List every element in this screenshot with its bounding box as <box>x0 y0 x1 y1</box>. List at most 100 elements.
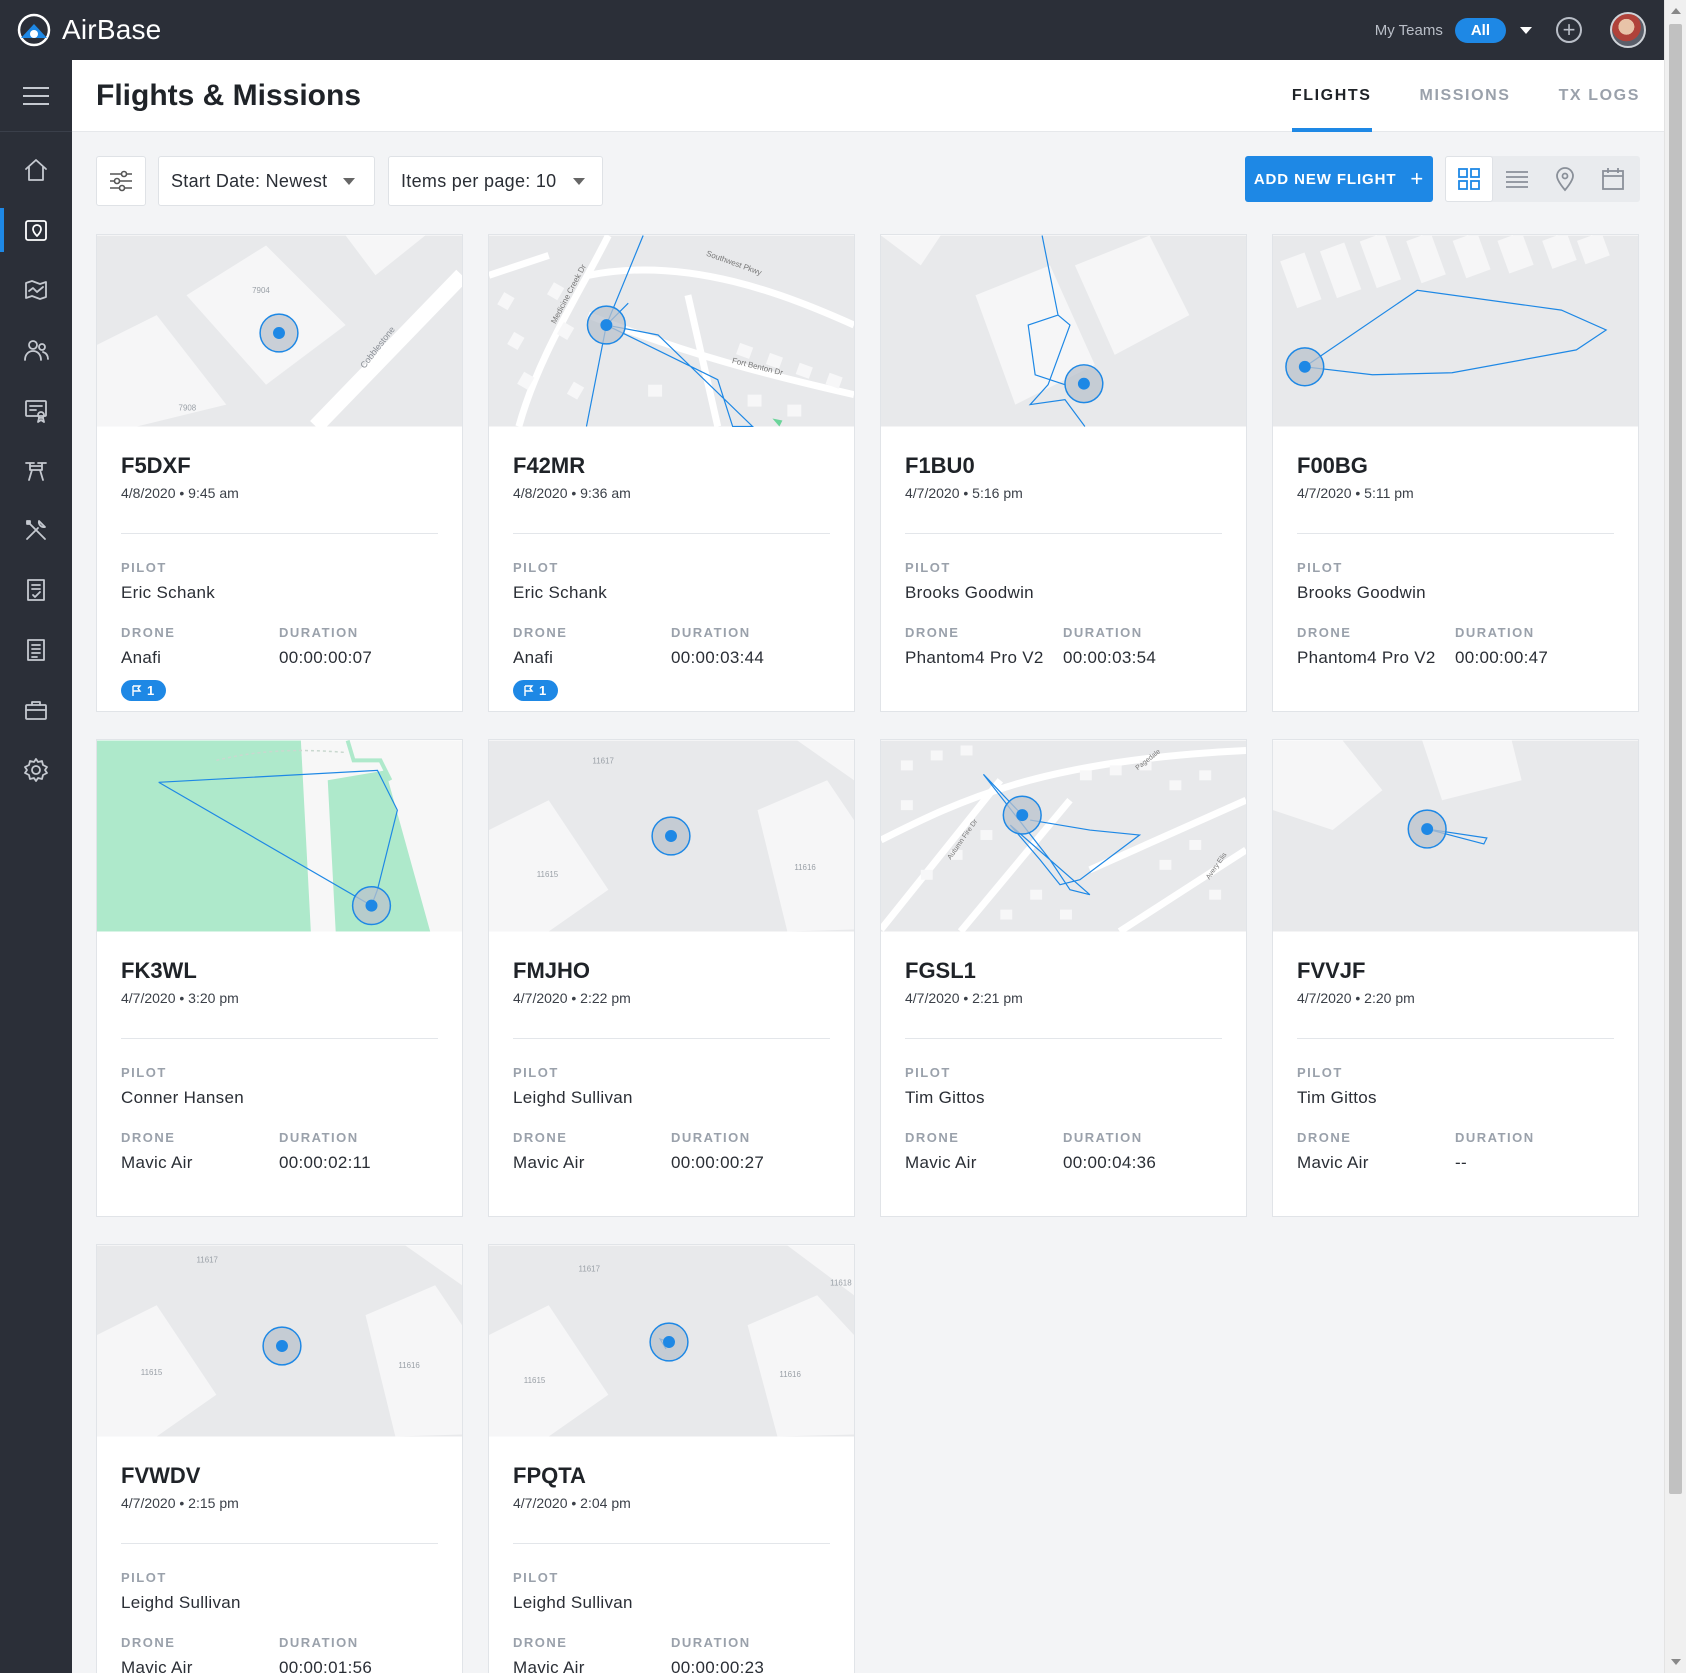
add-new-flight-button[interactable]: ADD NEW FLIGHT + <box>1245 156 1433 202</box>
flag-count-badge[interactable]: 1 <box>513 680 559 701</box>
flight-card[interactable]: Southwest Pkwy Fort Benton Dr Medicine C… <box>488 234 855 712</box>
duration-label: DURATION <box>671 1130 751 1145</box>
flight-id[interactable]: F00BG <box>1297 453 1614 479</box>
scroll-up-arrow-icon[interactable] <box>1671 8 1681 14</box>
divider <box>121 533 438 534</box>
brand[interactable]: AirBase <box>16 12 161 48</box>
calendar-view-button[interactable] <box>1589 156 1637 202</box>
sort-select[interactable]: Start Date: Newest <box>158 156 375 206</box>
flight-card[interactable]: 11617 11615 11616 11618 FPQTA 4/7/2020 •… <box>488 1244 855 1673</box>
filter-button[interactable] <box>96 156 146 206</box>
flight-date: 4/7/2020 • 2:20 pm <box>1297 990 1415 1006</box>
map-address-label: 11618 <box>830 1278 852 1287</box>
flight-duration: 00:00:00:07 <box>279 648 373 667</box>
sidebar-item-projects[interactable] <box>0 680 72 740</box>
flag-count: 1 <box>539 683 547 698</box>
flight-id[interactable]: F1BU0 <box>905 453 1222 479</box>
divider <box>513 1038 830 1039</box>
flight-id[interactable]: FVVJF <box>1297 958 1614 984</box>
flight-id[interactable]: F42MR <box>513 453 830 479</box>
drone-name: Phantom4 Pro V2 <box>1297 648 1436 667</box>
list-icon <box>1506 171 1528 188</box>
tab-flights[interactable]: FLIGHTS <box>1291 60 1372 132</box>
flight-map-thumbnail[interactable] <box>97 740 462 932</box>
toolbar: Start Date: Newest Items per page: 10 AD… <box>96 156 1640 206</box>
drone-label: DRONE <box>905 1130 960 1145</box>
pilot-name: Brooks Goodwin <box>905 583 1034 602</box>
map-address-label: 7908 <box>179 404 197 413</box>
tab-tx-logs[interactable]: TX LOGS <box>1559 60 1640 132</box>
flight-map-thumbnail[interactable] <box>1273 235 1638 427</box>
scrollbar-thumb[interactable] <box>1669 24 1682 1494</box>
vertical-scrollbar[interactable] <box>1664 0 1686 1673</box>
add-new-flight-label: ADD NEW FLIGHT <box>1253 170 1397 188</box>
sidebar-item-map[interactable] <box>0 260 72 320</box>
drone-name: Anafi <box>121 648 162 667</box>
flight-duration: -- <box>1455 1153 1467 1172</box>
flight-card[interactable]: F1BU0 4/7/2020 • 5:16 pm PILOT Brooks Go… <box>880 234 1247 712</box>
pilot-label: PILOT <box>513 1570 559 1585</box>
sidebar-item-certificates[interactable] <box>0 380 72 440</box>
add-circle-icon[interactable]: + <box>1556 17 1582 43</box>
map-address-label: 11616 <box>779 1370 801 1379</box>
flight-map-thumbnail[interactable]: 11617 11615 11616 <box>489 740 854 932</box>
sidebar-item-drones[interactable] <box>0 440 72 500</box>
flight-map-thumbnail[interactable] <box>881 235 1246 427</box>
flight-card[interactable]: FVVJF 4/7/2020 • 2:20 pm PILOT Tim Gitto… <box>1272 739 1639 1217</box>
drone-name: Mavic Air <box>905 1153 977 1172</box>
flight-card[interactable]: F00BG 4/7/2020 • 5:11 pm PILOT Brooks Go… <box>1272 234 1639 712</box>
flag-count-badge[interactable]: 1 <box>121 680 167 701</box>
duration-label: DURATION <box>671 625 751 640</box>
pilot-label: PILOT <box>1297 560 1343 575</box>
chevron-down-icon <box>343 177 356 185</box>
avatar[interactable] <box>1610 12 1646 48</box>
flight-id[interactable]: FGSL1 <box>905 958 1222 984</box>
hamburger-menu-button[interactable] <box>0 60 72 132</box>
flight-card[interactable]: FK3WL 4/7/2020 • 3:20 pm PILOT Conner Ha… <box>96 739 463 1217</box>
drone-label: DRONE <box>1297 625 1352 640</box>
sidebar-item-people[interactable] <box>0 320 72 380</box>
sidebar-item-checklists[interactable] <box>0 560 72 620</box>
app-name: AirBase <box>62 14 162 45</box>
pilot-name: Tim Gittos <box>1297 1088 1377 1107</box>
divider <box>1297 533 1614 534</box>
list-view-button[interactable] <box>1493 156 1541 202</box>
flight-id[interactable]: FMJHO <box>513 958 830 984</box>
pilot-label: PILOT <box>905 1065 951 1080</box>
pilot-label: PILOT <box>905 560 951 575</box>
flight-card[interactable]: Pagedale Autumn Fire Dr Avery Elis FGSL1… <box>880 739 1247 1217</box>
flight-card[interactable]: Cobblestone 7904 7908 F5DXF 4/8/2020 • 9… <box>96 234 463 712</box>
flight-card[interactable]: 11617 11615 11616 FVWDV 4/7/2020 • 2:15 … <box>96 1244 463 1673</box>
map-address-label: 11615 <box>537 870 559 879</box>
duration-label: DURATION <box>1455 625 1535 640</box>
sidebar-item-flights[interactable] <box>0 200 72 260</box>
flight-map-thumbnail[interactable] <box>1273 740 1638 932</box>
pilot-label: PILOT <box>513 1065 559 1080</box>
flight-map-thumbnail[interactable]: 11617 11615 11616 11618 <box>489 1245 854 1437</box>
flight-map-thumbnail[interactable]: Cobblestone 7904 7908 <box>97 235 462 427</box>
tab-missions[interactable]: MISSIONS <box>1420 60 1511 132</box>
flight-id[interactable]: FVWDV <box>121 1463 438 1489</box>
sidebar-item-tools[interactable] <box>0 500 72 560</box>
sidebar-item-settings[interactable] <box>0 740 72 800</box>
sidebar-item-documents[interactable] <box>0 620 72 680</box>
items-per-page-select[interactable]: Items per page: 10 <box>388 156 603 206</box>
scroll-down-arrow-icon[interactable] <box>1671 1659 1681 1665</box>
flight-map-thumbnail[interactable]: 11617 11615 11616 <box>97 1245 462 1437</box>
sidebar-item-home[interactable] <box>0 140 72 200</box>
flight-id[interactable]: FK3WL <box>121 958 438 984</box>
flight-id[interactable]: FPQTA <box>513 1463 830 1489</box>
drone-name: Mavic Air <box>121 1153 193 1172</box>
flight-map-thumbnail[interactable]: Southwest Pkwy Fort Benton Dr Medicine C… <box>489 235 854 427</box>
chevron-down-icon[interactable] <box>1520 26 1532 34</box>
flight-date: 4/7/2020 • 2:04 pm <box>513 1495 631 1511</box>
grid-view-button[interactable] <box>1445 156 1493 202</box>
flight-duration: 00:00:03:44 <box>671 648 765 667</box>
map-view-button[interactable] <box>1541 156 1589 202</box>
flight-map-thumbnail[interactable]: Pagedale Autumn Fire Dr Avery Elis <box>881 740 1246 932</box>
flight-duration: 00:00:01:56 <box>279 1658 373 1673</box>
hamburger-icon <box>23 86 49 105</box>
flight-id[interactable]: F5DXF <box>121 453 438 479</box>
flight-card[interactable]: 11617 11615 11616 FMJHO 4/7/2020 • 2:22 … <box>488 739 855 1217</box>
team-selector[interactable]: All <box>1454 17 1506 43</box>
